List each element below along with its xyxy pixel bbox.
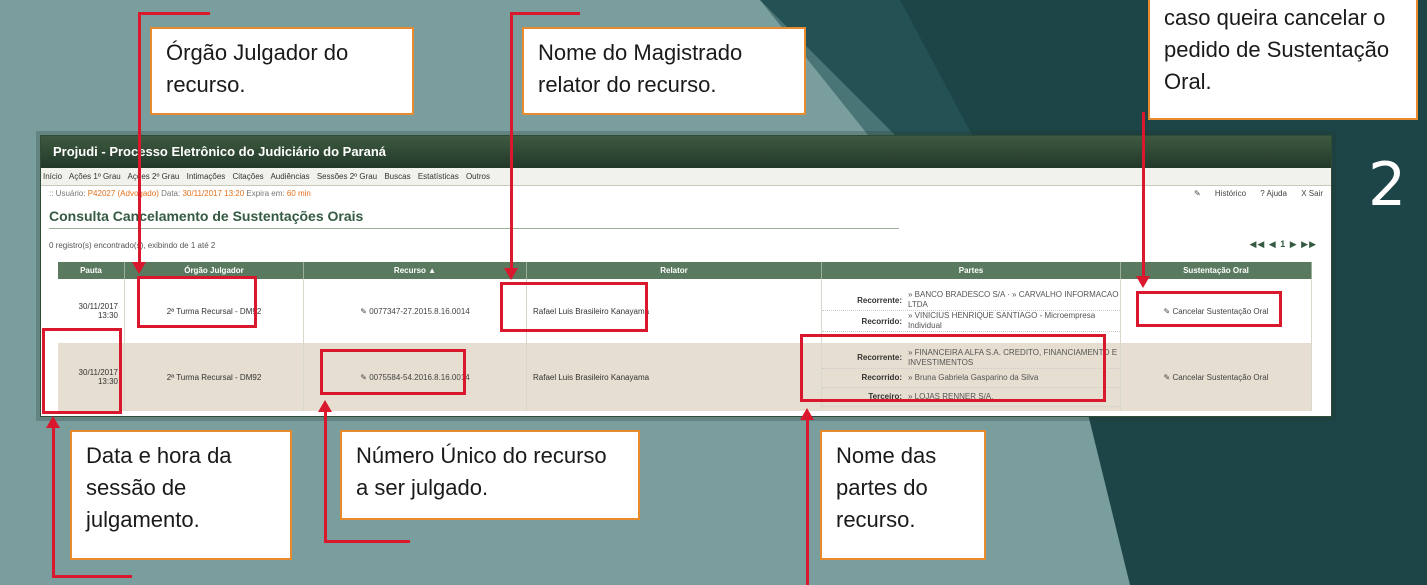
recurso-link[interactable]: 0077347-27.2015.8.16.0014 bbox=[369, 307, 470, 316]
highlight-cancelar bbox=[1136, 291, 1282, 327]
highlight-partes bbox=[800, 334, 1106, 402]
callout-partes: Nome das partes do recurso. bbox=[820, 430, 986, 560]
parte-names: » BANCO BRADESCO S/A · » CARVALHO INFORM… bbox=[908, 290, 1119, 309]
parte-row: Recorrente: » BANCO BRADESCO S/A · » CAR… bbox=[822, 290, 1120, 311]
pencil-icon: ✎ bbox=[1193, 189, 1201, 198]
connector-numero bbox=[324, 410, 327, 542]
connector-relator bbox=[510, 12, 580, 15]
parte-role: Recorrido: bbox=[861, 316, 902, 326]
callout-relator: Nome do Magistrado relator do recurso. bbox=[522, 27, 806, 115]
main-menu: Início Ações 1º Grau Ações 2º Grau Intim… bbox=[41, 168, 1331, 186]
arrow-cancelar bbox=[1136, 276, 1150, 288]
sustentacao-cell[interactable]: ✎ Cancelar Sustentação Oral bbox=[1120, 343, 1312, 411]
pauta-date: 30/11/2017 bbox=[78, 302, 118, 311]
arrow-partes bbox=[800, 408, 814, 420]
arrow-orgao bbox=[132, 262, 146, 274]
menu-item-intimacoes[interactable]: Intimações bbox=[187, 172, 226, 181]
header-pauta[interactable]: Pauta bbox=[58, 262, 125, 279]
menu-item-buscas[interactable]: Buscas bbox=[384, 172, 410, 181]
menu-item-sessoes-2-grau[interactable]: Sessões 2º Grau bbox=[317, 172, 377, 181]
user-prefix: :: Usuário: bbox=[49, 189, 86, 198]
parte-row: Recorrido: » VINICIUS HENRIQUE SANTIAGO … bbox=[822, 311, 1120, 332]
date-label: Data: bbox=[161, 189, 181, 198]
menu-item-estatisticas[interactable]: Estatísticas bbox=[418, 172, 459, 181]
historico-link[interactable]: ✎ Histórico bbox=[1182, 189, 1246, 198]
callout-orgao: Órgão Julgador do recurso. bbox=[150, 27, 414, 115]
highlight-recurso bbox=[320, 349, 466, 395]
arrow-data bbox=[46, 416, 60, 428]
records-count: 0 registro(s) encontrado(s), exibindo de… bbox=[49, 241, 216, 250]
records-info: 0 registro(s) encontrado(s), exibindo de… bbox=[49, 239, 1331, 253]
connector-orgao bbox=[138, 12, 210, 15]
expires-label: Expira em: bbox=[246, 189, 285, 198]
menu-item-inicio[interactable]: Início bbox=[43, 172, 62, 181]
connector-cancelar bbox=[1142, 112, 1145, 277]
relator-cell: Rafael Luis Brasileiro Kanayama bbox=[526, 343, 822, 411]
user-bar: :: Usuário: P42027 (Advogado) Data: 30/1… bbox=[41, 186, 1331, 202]
app-title: Projudi - Processo Eletrônico do Judiciá… bbox=[41, 136, 1331, 168]
connector-data bbox=[52, 575, 132, 578]
callout-numero: Número Único do recurso a ser julgado. bbox=[340, 430, 640, 520]
highlight-pauta bbox=[42, 328, 122, 414]
table-row: 30/11/2017 13:30 2ª Turma Recursal - DM9… bbox=[58, 343, 1312, 411]
connector-data bbox=[52, 426, 55, 578]
connector-orgao bbox=[138, 12, 141, 264]
menu-item-audiencias[interactable]: Audiências bbox=[270, 172, 309, 181]
callout-cancelar: caso queira cancelar o pedido de Sustent… bbox=[1148, 0, 1418, 120]
connector-numero bbox=[324, 540, 410, 543]
arrow-numero bbox=[318, 400, 332, 412]
user-name: P42027 (Advogado) bbox=[87, 189, 159, 198]
ajuda-link[interactable]: ? Ajuda bbox=[1260, 189, 1287, 198]
sair-link[interactable]: X Sair bbox=[1301, 189, 1323, 198]
parte-names: » VINICIUS HENRIQUE SANTIAGO - Microempr… bbox=[908, 311, 1096, 330]
callout-data: Data e hora da sessão de julgamento. bbox=[70, 430, 292, 560]
step-number: 2 bbox=[1368, 150, 1407, 220]
header-relator[interactable]: Relator bbox=[526, 262, 822, 279]
menu-item-citacoes[interactable]: Citações bbox=[233, 172, 264, 181]
date-value: 30/11/2017 13:20 bbox=[182, 189, 245, 198]
header-partes[interactable]: Partes bbox=[821, 262, 1121, 279]
page-title: Consulta Cancelamento de Sustentações Or… bbox=[49, 208, 899, 229]
historico-label: Histórico bbox=[1214, 189, 1247, 198]
parte-role: Recorrente: bbox=[857, 295, 902, 305]
pagination[interactable]: ◀◀ ◀ 1 ▶ ▶▶ bbox=[1249, 239, 1317, 250]
menu-item-acoes-1-grau[interactable]: Ações 1º Grau bbox=[69, 172, 121, 181]
menu-item-outros[interactable]: Outros bbox=[466, 172, 490, 181]
pencil-icon: ✎ bbox=[360, 306, 370, 316]
orgao-cell: 2ª Turma Recursal - DM92 bbox=[124, 343, 304, 411]
expires-value: 60 min bbox=[286, 189, 311, 198]
pauta-time: 13:30 bbox=[97, 311, 118, 320]
arrow-relator bbox=[504, 268, 518, 280]
connector-relator bbox=[510, 12, 513, 270]
recurso-cell[interactable]: ✎ 0077347-27.2015.8.16.0014 bbox=[303, 279, 527, 343]
connector-partes bbox=[806, 418, 809, 585]
cancelar-sustentacao-link[interactable]: Cancelar Sustentação Oral bbox=[1172, 373, 1268, 382]
header-recurso[interactable]: Recurso ▲ bbox=[303, 262, 527, 279]
menu-item-acoes-2-grau[interactable]: Ações 2º Grau bbox=[128, 172, 180, 181]
highlight-relator bbox=[500, 282, 648, 332]
highlight-orgao bbox=[137, 276, 257, 328]
user-actions: ✎ Histórico ? Ajuda X Sair bbox=[1170, 186, 1323, 202]
